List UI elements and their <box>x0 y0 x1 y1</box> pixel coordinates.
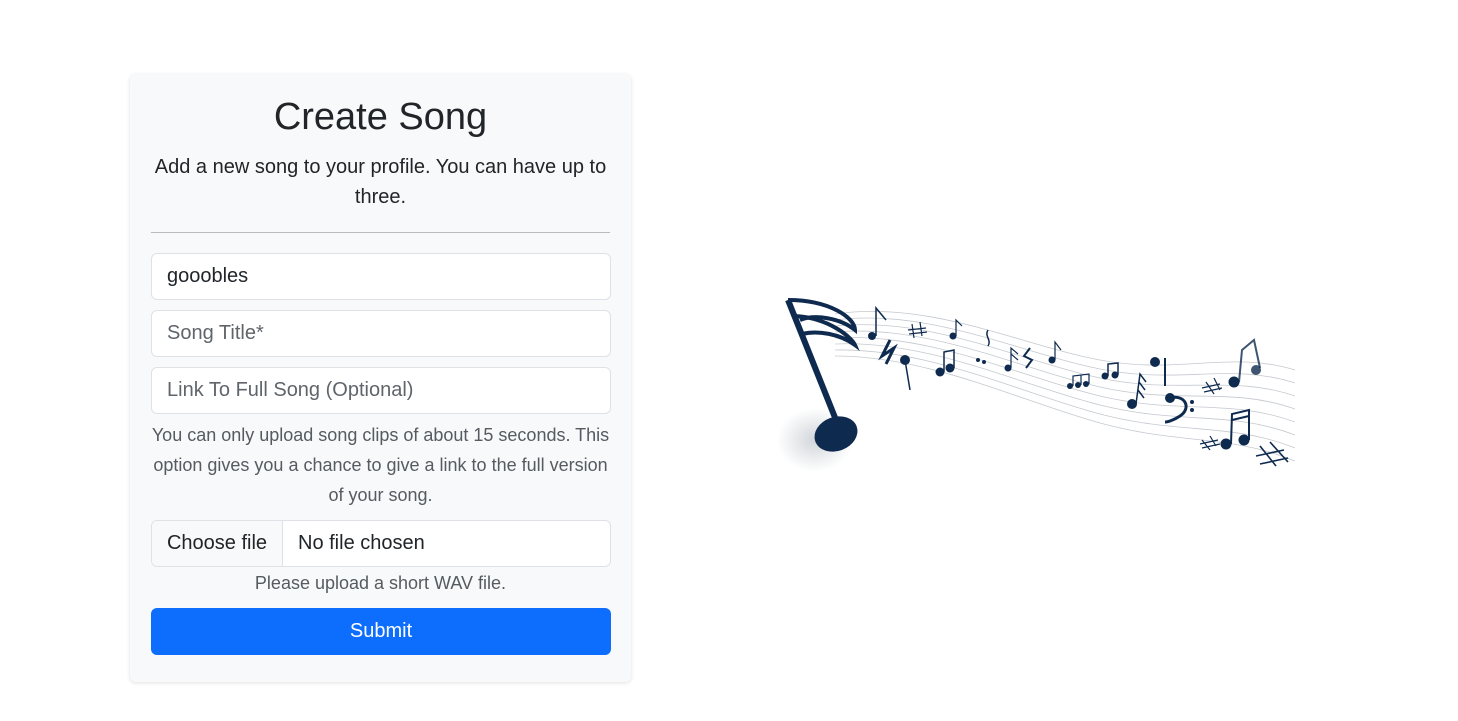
file-help-text: Please upload a short WAV file. <box>254 573 507 593</box>
submit-button[interactable]: Submit <box>151 608 611 655</box>
music-notes-icon <box>777 298 1296 472</box>
file-status-text: No file chosen <box>298 532 425 554</box>
full-song-link-input[interactable] <box>151 367 611 414</box>
link-help-text: You can only upload song clips of about … <box>151 425 610 505</box>
choose-file-button[interactable]: Choose file <box>152 521 283 566</box>
username-input[interactable] <box>151 253 611 300</box>
divider <box>151 232 610 233</box>
create-song-card: Create Song Add a new song to your profi… <box>130 74 631 682</box>
song-title-input[interactable] <box>151 310 611 357</box>
page-title: Create Song <box>273 96 488 138</box>
page-subtitle: Add a new song to your profile. You can … <box>154 156 607 208</box>
file-upload-input[interactable]: Choose file No file chosen <box>151 520 611 567</box>
